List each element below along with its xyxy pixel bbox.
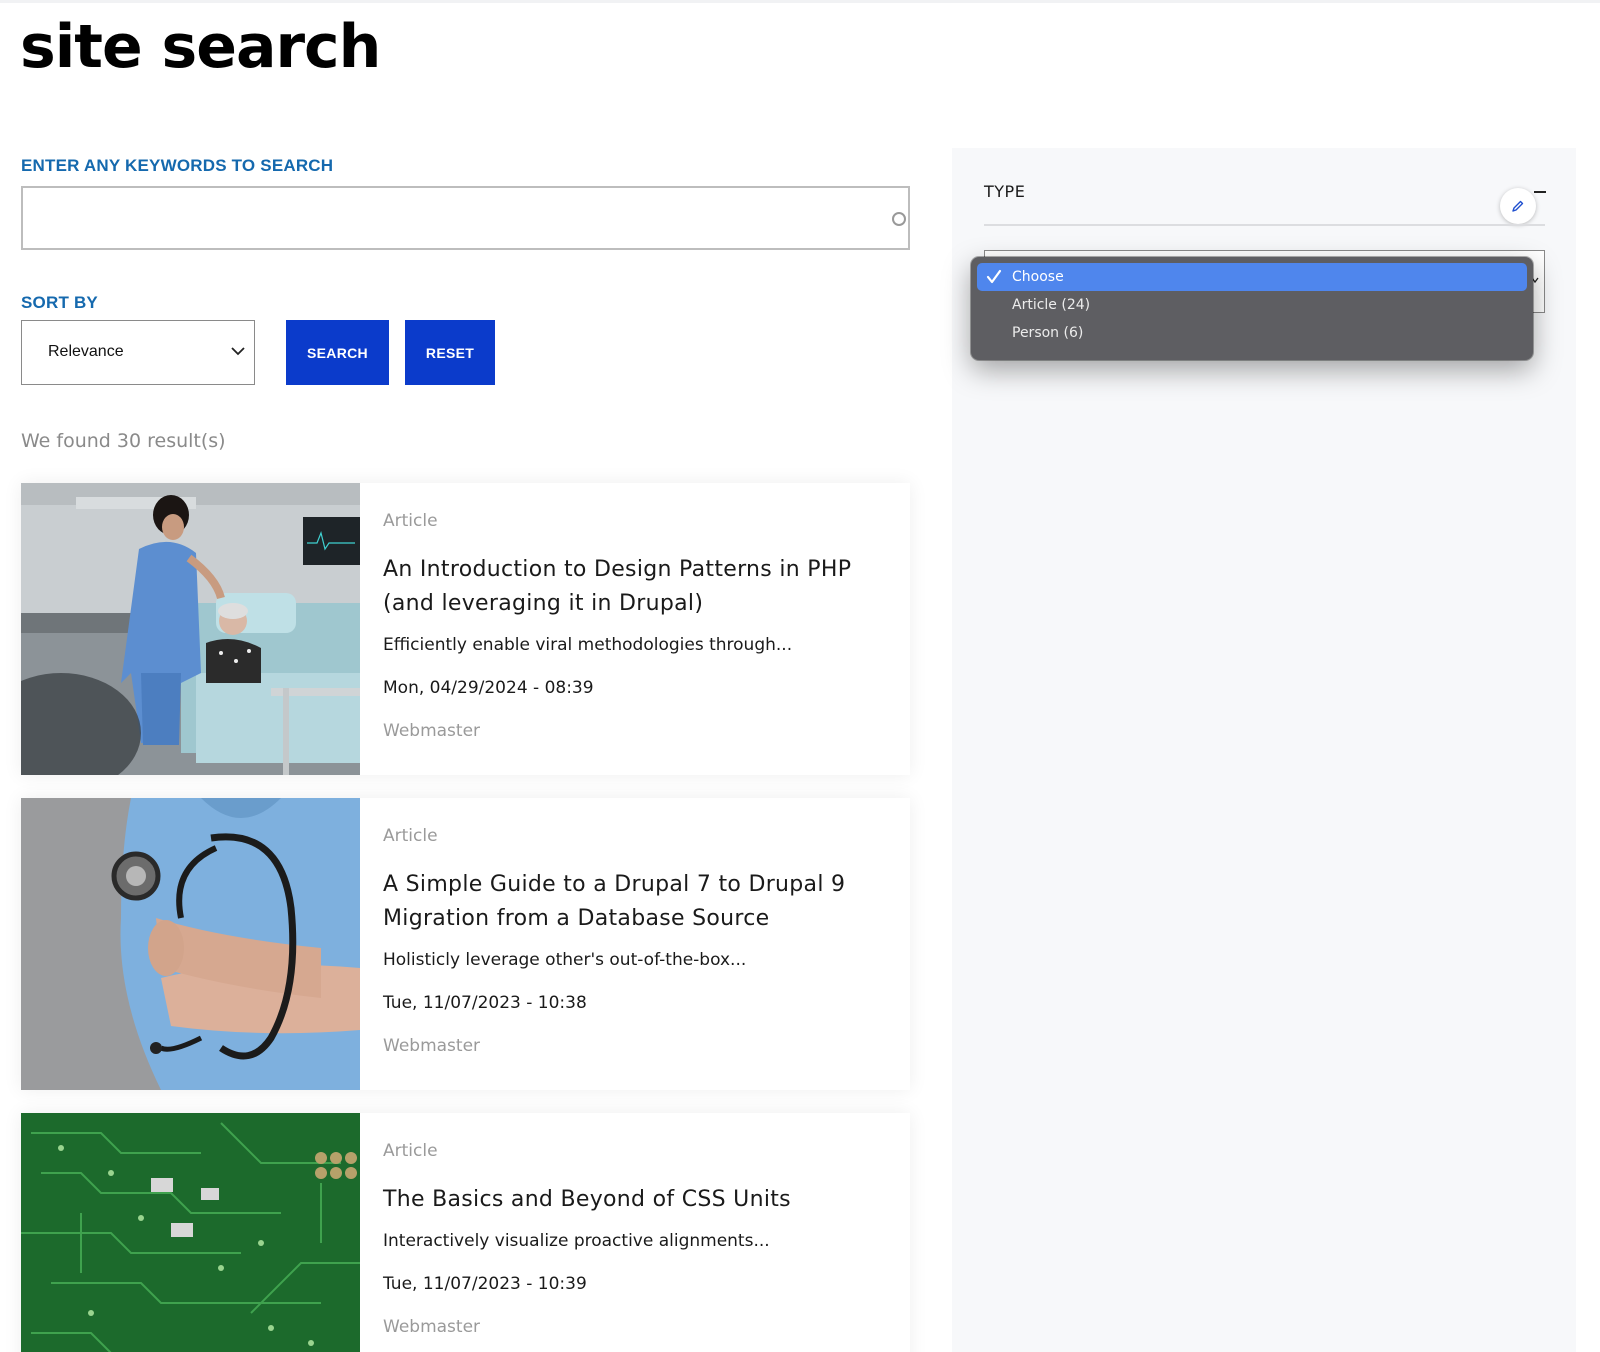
search-button[interactable]: SEARCH: [286, 320, 389, 385]
dropdown-option-label: Person (6): [1012, 325, 1084, 341]
loading-spinner-icon: [892, 212, 906, 226]
edit-facet-button[interactable]: [1500, 188, 1536, 224]
result-card[interactable]: Article An Introduction to Design Patter…: [21, 483, 910, 775]
dropdown-option-article[interactable]: Article (24): [977, 291, 1527, 319]
result-type: Article: [383, 1141, 438, 1161]
sort-by-select[interactable]: Relevance: [21, 320, 255, 385]
result-teaser: Interactively visualize proactive alignm…: [383, 1231, 770, 1251]
sort-by-label: SORT BY: [21, 293, 98, 312]
result-author: Webmaster: [383, 1036, 481, 1056]
dropdown-option-label: Choose: [1012, 269, 1064, 285]
keywords-label: ENTER ANY KEYWORDS TO SEARCH: [21, 156, 334, 175]
result-author: Webmaster: [383, 721, 481, 741]
circuit-board-image[interactable]: [21, 1113, 360, 1352]
dropdown-option-person[interactable]: Person (6): [977, 319, 1527, 347]
result-card[interactable]: Article A Simple Guide to a Drupal 7 to …: [21, 798, 910, 1090]
result-title-link[interactable]: An Introduction to Design Patterns in PH…: [383, 553, 883, 621]
result-teaser: Holisticly leverage other's out-of-the-b…: [383, 950, 747, 970]
type-facet-label: TYPE: [984, 182, 1026, 201]
result-teaser: Efficiently enable viral methodologies t…: [383, 635, 793, 655]
chevron-down-icon: [231, 347, 245, 356]
pencil-icon: [1512, 200, 1524, 212]
sort-by-value: Relevance: [48, 343, 124, 360]
result-type: Article: [383, 511, 438, 531]
result-card[interactable]: Article The Basics and Beyond of CSS Uni…: [21, 1113, 910, 1352]
collapse-minus-icon[interactable]: [1534, 191, 1546, 193]
checkmark-icon: [986, 269, 1002, 284]
result-type: Article: [383, 826, 438, 846]
result-title-link[interactable]: The Basics and Beyond of CSS Units: [383, 1183, 883, 1217]
results-count: We found 30 result(s): [21, 430, 226, 452]
result-date: Tue, 11/07/2023 - 10:39: [383, 1274, 587, 1294]
dropdown-option-label: Article (24): [1012, 297, 1091, 313]
keywords-input[interactable]: [21, 186, 910, 250]
result-date: Tue, 11/07/2023 - 10:38: [383, 993, 587, 1013]
type-facet-divider: [984, 224, 1545, 226]
stethoscope-arms-image[interactable]: [21, 798, 360, 1090]
result-author: Webmaster: [383, 1317, 481, 1337]
top-border: [0, 0, 1600, 3]
type-dropdown-menu: Choose Article (24) Person (6): [971, 257, 1533, 360]
nurse-with-patient-image[interactable]: [21, 483, 360, 775]
dropdown-option-choose[interactable]: Choose: [977, 263, 1527, 291]
page-title: site search: [20, 12, 381, 82]
result-title-link[interactable]: A Simple Guide to a Drupal 7 to Drupal 9…: [383, 868, 883, 936]
reset-button[interactable]: RESET: [405, 320, 495, 385]
result-date: Mon, 04/29/2024 - 08:39: [383, 678, 594, 698]
